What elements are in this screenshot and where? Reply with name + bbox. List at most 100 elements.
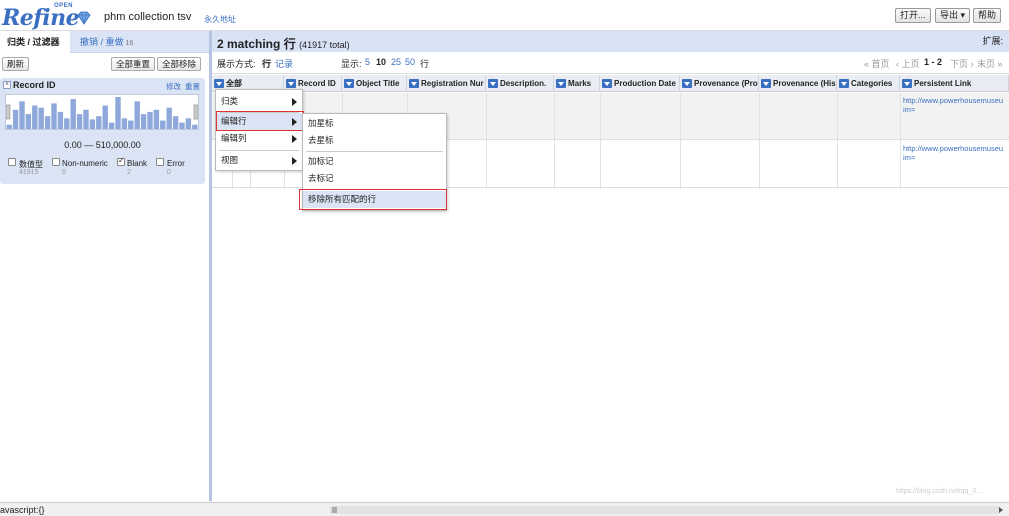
column-description[interactable]: Description. [486, 75, 554, 92]
remove-all-button[interactable]: 全部移除 [157, 57, 202, 71]
refresh-button[interactable]: 刷新 [2, 57, 30, 71]
menu-item-view[interactable]: 视图 [216, 152, 302, 169]
dropdown-icon[interactable] [682, 79, 692, 88]
facet-reset-link[interactable]: 重置 [185, 81, 200, 92]
rows-suffix: 行 [420, 59, 430, 69]
first-page-link[interactable]: « 首页 [864, 57, 890, 70]
column-categories[interactable]: Categories [837, 75, 900, 92]
scrollbar-thumb[interactable] [332, 507, 337, 513]
histogram-left-handle[interactable] [6, 104, 11, 120]
tab-facets-filters[interactable]: 归类 / 过滤器 [0, 31, 70, 53]
histogram-bar [153, 109, 160, 129]
open-button[interactable]: 打开... [895, 8, 931, 23]
submenu-arrow-icon [292, 98, 297, 106]
dropdown-icon[interactable] [409, 79, 419, 88]
tab-undo-redo[interactable]: 撤销 / 重做 16 [80, 31, 133, 53]
column-production-date[interactable]: Production Date [600, 75, 680, 92]
non-numeric-label: Non-numeric [62, 159, 108, 168]
column-registration-number[interactable]: Registration Nur [407, 75, 486, 92]
cell-divider [554, 93, 555, 189]
page-size-10[interactable]: 10 [376, 57, 386, 67]
help-button[interactable]: 帮助 [973, 8, 1002, 23]
persistent-link-cell[interactable]: http://www.powerhousemuseu [903, 96, 1009, 105]
histogram-chart [6, 97, 198, 129]
column-provenance-production[interactable]: Provenance (Pro [680, 75, 759, 92]
column-label: Provenance (Pro [694, 79, 758, 88]
histogram-bar [57, 111, 64, 129]
diamond-icon [77, 11, 91, 25]
column-label: Description. [500, 79, 547, 88]
scroll-right-icon[interactable] [999, 507, 1003, 513]
dropdown-icon[interactable] [602, 79, 612, 88]
column-label: Categories [851, 79, 893, 88]
menu-separator [306, 151, 443, 152]
prev-page-link[interactable]: ‹ 上页 [896, 57, 920, 70]
non-numeric-checkbox[interactable] [52, 158, 60, 166]
menu-item-facet[interactable]: 归类 [216, 93, 302, 110]
error-label: Error [167, 159, 185, 168]
rows-mode[interactable]: 行 [262, 57, 271, 70]
persistent-link-cell[interactable]: http://www.powerhousemuseu [903, 144, 1009, 153]
histogram-bar [179, 122, 185, 129]
page-size-5[interactable]: 5 [365, 57, 370, 67]
histogram-bar [192, 124, 198, 129]
reset-all-button[interactable]: 全部重置 [111, 57, 156, 71]
horizontal-scrollbar[interactable] [330, 506, 1000, 514]
permalink-link[interactable]: 永久地址 [204, 14, 236, 25]
project-name[interactable]: phm collection tsv [104, 11, 191, 23]
column-label: Marks [568, 79, 592, 88]
blank-checkbox[interactable] [117, 156, 125, 166]
facet-change-link[interactable]: 修改 [166, 81, 181, 92]
histogram-bar [108, 122, 115, 129]
menu-item-unstar[interactable]: 去星标 [303, 132, 446, 149]
menu-item-unflag[interactable]: 去标记 [303, 170, 446, 187]
menu-item-star[interactable]: 加星标 [303, 115, 446, 132]
cell-divider [680, 93, 681, 189]
error-checkbox[interactable] [156, 158, 164, 166]
logo-open-label: OPEN [54, 3, 74, 9]
export-button[interactable]: 导出 ▾ [935, 8, 971, 23]
persistent-link-cell-cont[interactable]: im= [903, 153, 1009, 162]
column-label: Record ID [298, 79, 336, 88]
next-page-link[interactable]: 下页 › [950, 57, 974, 70]
column-marks[interactable]: Marks [554, 75, 600, 92]
menu-item-label: 归类 [221, 96, 239, 106]
numeric-checkbox[interactable] [8, 158, 16, 166]
menu-item-edit-columns[interactable]: 编辑列 [216, 130, 302, 147]
last-page-link[interactable]: 末页 » [977, 57, 1003, 70]
openrefine-logo[interactable]: Refine OPEN [2, 3, 94, 31]
page-size-50[interactable]: 50 [405, 57, 415, 67]
close-icon[interactable]: × [3, 81, 11, 89]
dropdown-icon[interactable] [902, 79, 912, 88]
records-mode-link[interactable]: 记录 [275, 57, 293, 70]
dropdown-icon[interactable] [839, 79, 849, 88]
column-provenance-history[interactable]: Provenance (His [759, 75, 837, 92]
column-object-title[interactable]: Object Title [342, 75, 407, 92]
menu-item-label: 视图 [221, 155, 239, 165]
matching-count: 2 matching [217, 37, 281, 51]
dropdown-icon[interactable] [761, 79, 771, 88]
dropdown-icon[interactable] [344, 79, 354, 88]
show-label: 显示: [341, 59, 362, 69]
left-panel: 归类 / 过滤器 撤销 / 重做 16 刷新 全部重置 全部移除 × Record… [0, 31, 209, 501]
dropdown-icon[interactable] [286, 79, 296, 88]
watermark: https://blog.csdn.net/qq_3... [896, 488, 983, 495]
histogram-bar [96, 116, 102, 129]
histogram-bar [115, 97, 121, 129]
dropdown-icon[interactable] [488, 79, 498, 88]
page-size-25[interactable]: 25 [391, 57, 401, 67]
dropdown-icon[interactable] [556, 79, 566, 88]
extensions-menu[interactable]: 扩展: [982, 34, 1003, 47]
persistent-link-cell-cont[interactable]: im= [903, 105, 1009, 114]
histogram-bar [102, 105, 108, 129]
column-persistent-link[interactable]: Persistent Link [900, 75, 1009, 92]
histogram-bar [76, 114, 83, 129]
menu-item-flag[interactable]: 加标记 [303, 153, 446, 170]
histogram-right-handle[interactable] [193, 104, 198, 120]
cell-divider [486, 93, 487, 189]
facet-histogram[interactable] [5, 94, 199, 130]
summary-bar: 2 matching 行 (41917 total) 扩展: [212, 31, 1009, 52]
facet-toolbar: 刷新 全部重置 全部移除 [0, 53, 209, 75]
dropdown-icon[interactable] [214, 79, 224, 88]
histogram-bar [185, 118, 192, 129]
